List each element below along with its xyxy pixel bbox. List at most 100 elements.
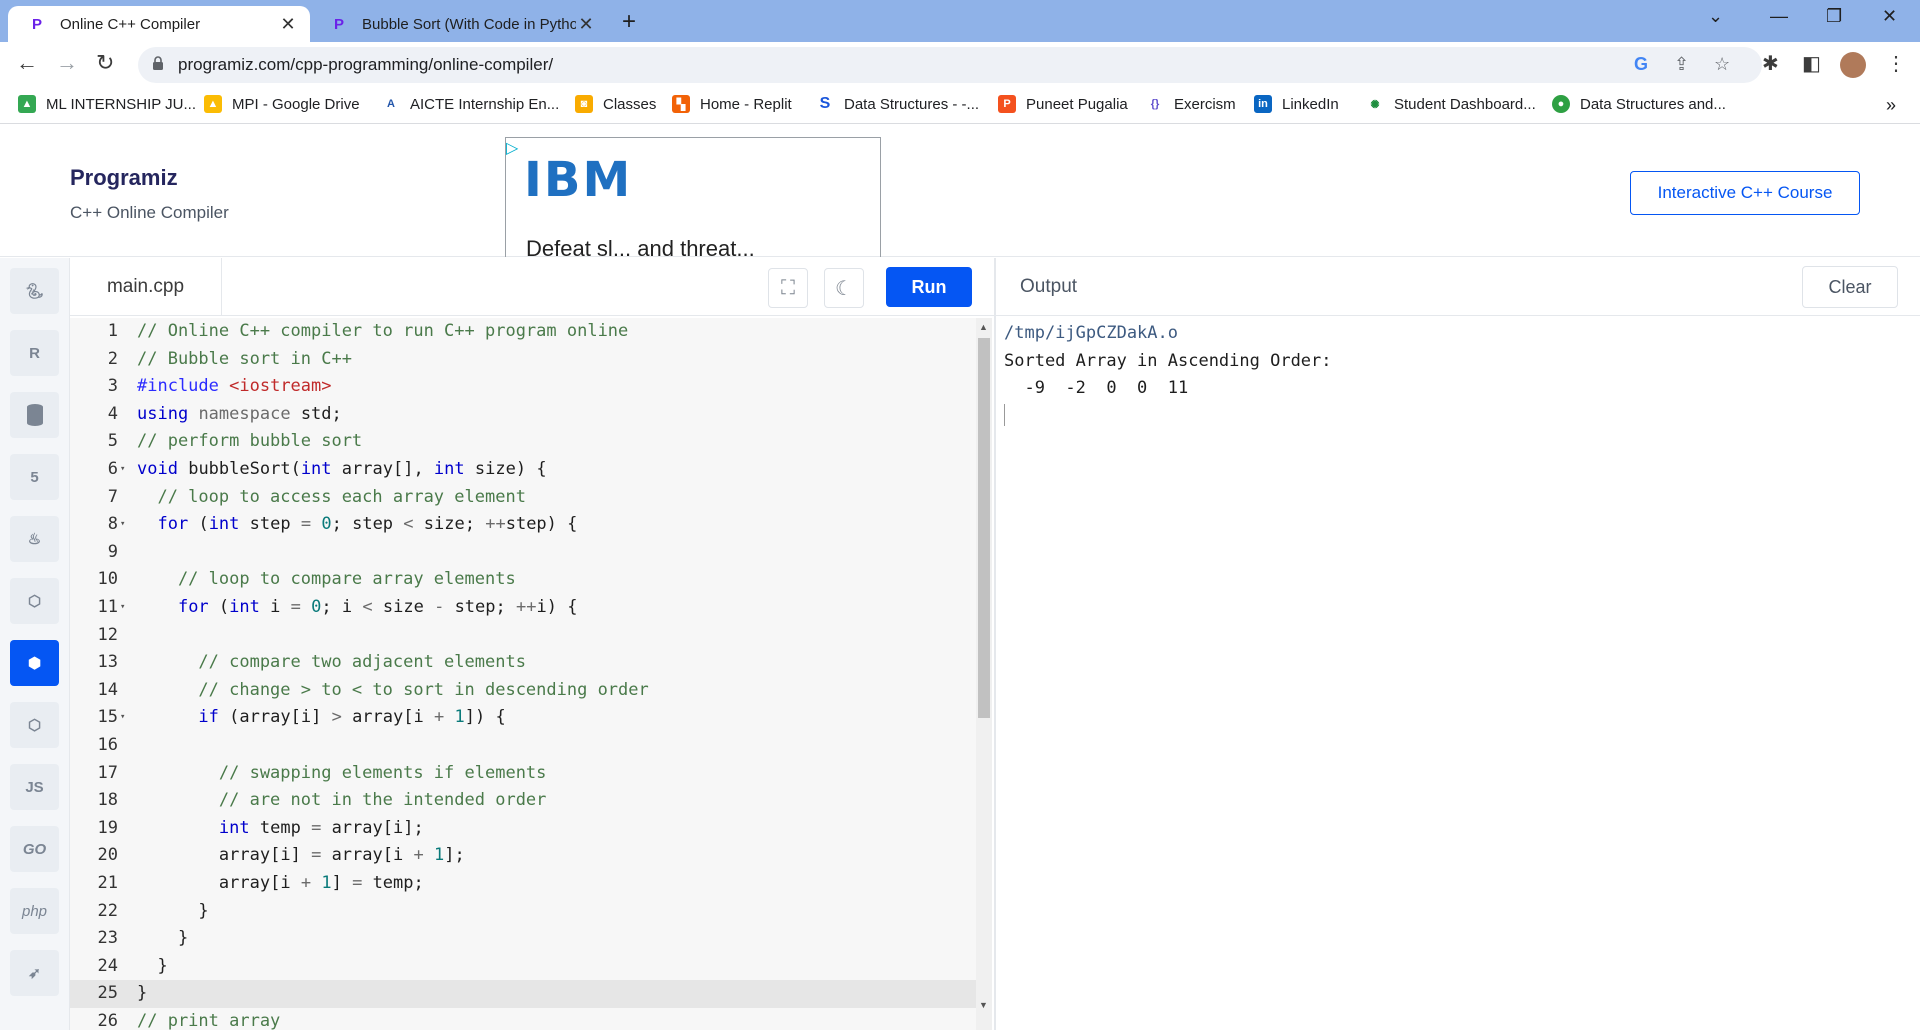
- line-number: 24: [97, 955, 118, 976]
- code-line[interactable]: 14 // change > to < to sort in descendin…: [70, 677, 986, 705]
- code-line[interactable]: 10 // loop to compare array elements: [70, 566, 986, 594]
- minimize-icon[interactable]: —: [1770, 6, 1788, 27]
- code-line[interactable]: 11 ▾ for (int i = 0; i < size - step; ++i…: [70, 594, 986, 622]
- forward-icon[interactable]: →: [56, 50, 78, 76]
- address-bar[interactable]: programiz.com/cpp-programming/online-com…: [138, 47, 1762, 83]
- code-line[interactable]: 23 }: [70, 925, 986, 953]
- code-line[interactable]: 24 }: [70, 953, 986, 981]
- interactive-course-button[interactable]: Interactive C++ Course: [1630, 171, 1860, 215]
- file-tab-main-cpp[interactable]: main.cpp: [70, 258, 222, 316]
- restore-icon[interactable]: ❐: [1826, 6, 1842, 27]
- fold-arrow-icon[interactable]: ▾: [120, 456, 125, 484]
- code-line[interactable]: 21 array[i + 1] = temp;: [70, 870, 986, 898]
- url-text: programiz.com/cpp-programming/online-com…: [178, 55, 554, 74]
- code-text: // change > to < to sort in descending o…: [137, 679, 649, 700]
- java-icon[interactable]: ♨: [10, 516, 59, 562]
- menu-icon[interactable]: ⋮: [1886, 51, 1906, 76]
- js-icon[interactable]: JS: [10, 764, 59, 810]
- code-line[interactable]: 3 #include <iostream>: [70, 373, 986, 401]
- tab-online-cpp-compiler[interactable]: P Online C++ Compiler ✕: [8, 6, 310, 42]
- code-line[interactable]: 17 // swapping elements if elements: [70, 760, 986, 788]
- code-line[interactable]: 1 // Online C++ compiler to run C++ progr…: [70, 318, 986, 346]
- code-line[interactable]: 7 // loop to access each array element: [70, 484, 986, 512]
- code-line[interactable]: 6 ▾ void bubbleSort(int array[], int size)…: [70, 456, 986, 484]
- code-line[interactable]: 25}: [70, 980, 986, 1008]
- code-text: // loop to compare array elements: [137, 569, 516, 590]
- output-console[interactable]: /tmp/ijGpCZDakA.o Sorted Array in Ascend…: [996, 318, 1920, 1030]
- code-editor[interactable]: 1 // Online C++ compiler to run C++ progr…: [70, 318, 986, 1030]
- share-icon[interactable]: ⇪: [1674, 54, 1689, 75]
- swift-icon[interactable]: ➶: [10, 950, 59, 996]
- reload-icon[interactable]: ↻: [96, 50, 114, 76]
- editor-scrollbar[interactable]: ▲ ▼: [976, 318, 992, 1030]
- programiz-logo[interactable]: Programiz: [70, 165, 178, 191]
- bookmark-item[interactable]: ▚ Home - Replit: [672, 95, 792, 113]
- bookmark-item[interactable]: {} Exercism: [1146, 95, 1236, 113]
- go-icon[interactable]: GO: [10, 826, 59, 872]
- bookmark-star-icon[interactable]: ☆: [1714, 54, 1730, 75]
- scrollbar-thumb[interactable]: [978, 338, 990, 718]
- html5-icon[interactable]: 5: [10, 454, 59, 500]
- ad-banner[interactable]: ▷ IBM Defeat sl... and threat...: [505, 137, 881, 257]
- back-icon[interactable]: ←: [16, 50, 38, 76]
- bookmark-item[interactable]: ◙ Classes: [575, 95, 656, 113]
- profile-avatar[interactable]: [1840, 52, 1866, 78]
- new-tab-icon[interactable]: +: [622, 8, 636, 36]
- run-button[interactable]: Run: [886, 267, 972, 307]
- csharp-icon[interactable]: ⬡: [10, 702, 59, 748]
- extensions-icon[interactable]: ✱: [1762, 51, 1779, 76]
- code-line[interactable]: 2 // Bubble sort in C++: [70, 346, 986, 374]
- bookmark-item[interactable]: ▲ MPI - Google Drive: [204, 95, 360, 113]
- window-close-icon[interactable]: ✕: [1882, 6, 1897, 27]
- database-icon[interactable]: [10, 392, 59, 438]
- fold-arrow-icon[interactable]: ▾: [120, 594, 125, 622]
- code-line[interactable]: 9: [70, 539, 986, 567]
- tab-search-chevron-icon[interactable]: ⌄: [1708, 6, 1723, 27]
- fold-arrow-icon[interactable]: ▾: [120, 704, 125, 732]
- cpp-icon[interactable]: ⬢: [10, 640, 59, 686]
- more-bookmarks-icon[interactable]: »: [1886, 95, 1896, 116]
- line-number: 18: [97, 790, 118, 811]
- ad-brand: IBM: [524, 152, 633, 208]
- python-icon[interactable]: 🐍︎: [10, 268, 59, 314]
- code-line[interactable]: 20 array[i] = array[i + 1];: [70, 842, 986, 870]
- line-number: 23: [97, 928, 118, 949]
- clear-button[interactable]: Clear: [1802, 266, 1898, 308]
- code-line[interactable]: 15 ▾ if (array[i] > array[i + 1]) {: [70, 704, 986, 732]
- code-line[interactable]: 8 ▾ for (int step = 0; step < size; ++ste…: [70, 511, 986, 539]
- output-title: Output: [1020, 276, 1078, 297]
- close-icon[interactable]: ✕: [278, 14, 298, 35]
- code-line[interactable]: 22 }: [70, 898, 986, 926]
- close-icon[interactable]: ✕: [576, 14, 596, 35]
- bookmark-label: Student Dashboard...: [1394, 95, 1536, 113]
- c-icon[interactable]: ⬡: [10, 578, 59, 624]
- line-number: 9: [107, 541, 118, 562]
- tab-bubble-sort[interactable]: P Bubble Sort (With Code in Python ✕: [310, 6, 608, 42]
- bookmark-item[interactable]: P Puneet Pugalia: [998, 95, 1128, 113]
- code-line[interactable]: 4 using namespace std;: [70, 401, 986, 429]
- code-line[interactable]: 12: [70, 622, 986, 650]
- fullscreen-icon[interactable]: ⛶: [768, 268, 808, 308]
- code-line[interactable]: 18 // are not in the intended order: [70, 787, 986, 815]
- code-line[interactable]: 19 int temp = array[i];: [70, 815, 986, 843]
- fold-arrow-icon[interactable]: ▾: [120, 511, 125, 539]
- code-line[interactable]: 26 // print array: [70, 1008, 986, 1030]
- dark-mode-moon-icon[interactable]: ☾: [824, 268, 864, 308]
- bookmark-item[interactable]: in LinkedIn: [1254, 95, 1339, 113]
- code-line[interactable]: 5 // perform bubble sort: [70, 428, 986, 456]
- code-line[interactable]: 16: [70, 732, 986, 760]
- side-panel-icon[interactable]: ◧: [1802, 51, 1821, 76]
- bookmark-item[interactable]: ✺ Student Dashboard...: [1366, 95, 1536, 113]
- r-icon[interactable]: R: [10, 330, 59, 376]
- page-subtitle: C++ Online Compiler: [70, 203, 229, 222]
- scroll-down-icon[interactable]: ▼: [979, 1000, 988, 1010]
- code-line[interactable]: 13 // compare two adjacent elements: [70, 649, 986, 677]
- bookmark-item[interactable]: A AICTE Internship En...: [382, 95, 559, 113]
- bookmark-item[interactable]: ▲ ML INTERNSHIP JU...: [18, 95, 196, 113]
- php-icon[interactable]: php: [10, 888, 59, 934]
- scroll-up-icon[interactable]: ▲: [979, 322, 988, 332]
- bookmark-item[interactable]: S Data Structures - -...: [816, 95, 979, 113]
- bookmark-item[interactable]: ● Data Structures and...: [1552, 95, 1726, 113]
- google-lens-icon[interactable]: G: [1634, 54, 1648, 75]
- bookmark-label: Puneet Pugalia: [1026, 95, 1128, 113]
